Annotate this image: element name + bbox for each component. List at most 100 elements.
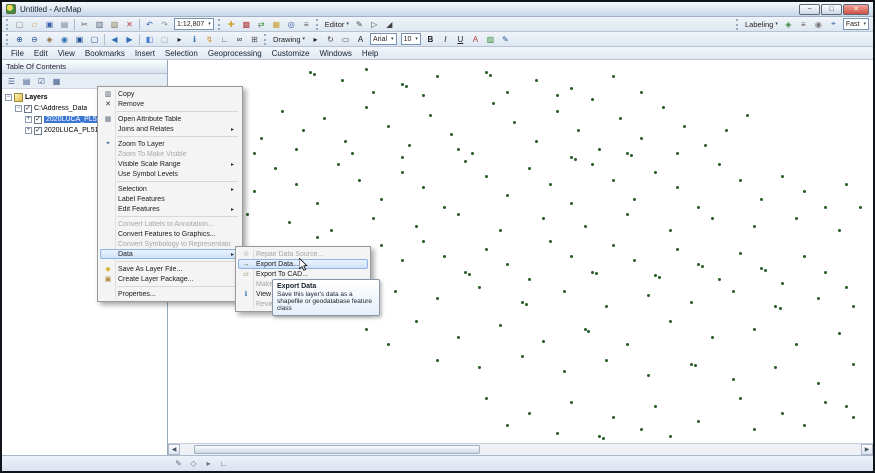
scroll-left-icon[interactable]: ◀ (168, 444, 180, 455)
menu-item-edit-features[interactable]: Edit Features▸ (100, 204, 240, 214)
forward-extent-icon[interactable]: ▶ (123, 33, 136, 46)
line-color-icon[interactable]: ✎ (499, 33, 512, 46)
italic-button[interactable]: I (439, 33, 452, 46)
menu-item-label-features[interactable]: Label Features (100, 194, 240, 204)
rotate-element-icon[interactable]: ↻ (324, 33, 337, 46)
menu-customize[interactable]: Customize (267, 48, 315, 59)
full-extent-icon[interactable]: ◉ (58, 33, 71, 46)
lock-labels-icon[interactable]: ⌖ (827, 18, 840, 31)
selection-status-icon[interactable]: ▸ (202, 457, 215, 470)
collapse-icon[interactable]: − (5, 94, 12, 101)
drawing-select-arrow-icon[interactable]: ▸ (309, 33, 322, 46)
fill-color-icon[interactable]: ▨ (484, 33, 497, 46)
drawing-status-icon[interactable]: ✎ (172, 457, 185, 470)
layer-checkbox[interactable]: ✓ (34, 127, 42, 135)
identify-icon[interactable]: ℹ (188, 33, 201, 46)
font-color-icon[interactable]: A (469, 33, 482, 46)
toolbar-grip[interactable] (316, 19, 319, 30)
font-size-combo[interactable]: 10 ▾ (401, 33, 421, 45)
cut-icon[interactable]: ✂ (78, 18, 91, 31)
back-extent-icon[interactable]: ◀ (108, 33, 121, 46)
underline-button[interactable]: U (454, 33, 467, 46)
select-elements-icon[interactable]: ▸ (173, 33, 186, 46)
select-features-icon[interactable]: ◧ (143, 33, 156, 46)
list-by-selection-icon[interactable]: ▦ (50, 75, 63, 88)
menu-edit[interactable]: Edit (29, 48, 53, 59)
menu-file[interactable]: File (6, 48, 29, 59)
bold-button[interactable]: B (424, 33, 437, 46)
measure-status-icon[interactable]: ∟ (217, 457, 230, 470)
hyperlink-icon[interactable]: ↯ (203, 33, 216, 46)
minimize-button[interactable]: − (799, 4, 820, 15)
open-folder-icon[interactable]: ▱ (28, 18, 41, 31)
label-manager-icon[interactable]: ◈ (782, 18, 795, 31)
menu-view[interactable]: View (53, 48, 80, 59)
copy-icon[interactable]: ▥ (93, 18, 106, 31)
shape-tool-icon[interactable]: ▭ (339, 33, 352, 46)
editor-pencil-icon[interactable]: ✎ (353, 18, 366, 31)
close-button[interactable]: ✕ (843, 4, 869, 15)
map-horizontal-scrollbar[interactable]: ◀ ▶ (168, 443, 873, 455)
menu-item-convert-features-to-graphics[interactable]: Convert Features to Graphics... (100, 229, 240, 239)
menu-item-save-as-layer-file[interactable]: ◆Save As Layer File... (100, 264, 240, 274)
delete-icon[interactable]: ✕ (123, 18, 136, 31)
arc-toolbox-icon[interactable]: ▩ (240, 18, 253, 31)
list-by-visibility-icon[interactable]: ☑ (35, 75, 48, 88)
save-icon[interactable]: ▣ (43, 18, 56, 31)
menu-item-visible-scale-range[interactable]: Visible Scale Range▸ (100, 159, 240, 169)
list-by-drawing-order-icon[interactable]: ☰ (5, 75, 18, 88)
menu-item-joins-and-relates[interactable]: Joins and Relates▸ (100, 124, 240, 134)
menu-item-use-symbol-levels[interactable]: Use Symbol Levels (100, 169, 240, 179)
toolbar-grip[interactable] (6, 34, 9, 45)
menu-item-selection[interactable]: Selection▸ (100, 184, 240, 194)
menu-windows[interactable]: Windows (314, 48, 356, 59)
collapse-icon[interactable]: − (15, 105, 22, 112)
text-tool-icon[interactable]: A (354, 33, 367, 46)
menu-geoprocessing[interactable]: Geoprocessing (203, 48, 267, 59)
zoom-in-icon[interactable]: ⊕ (13, 33, 26, 46)
paste-icon[interactable]: ▧ (108, 18, 121, 31)
undo-icon[interactable]: ↶ (143, 18, 156, 31)
menu-item-remove[interactable]: ✕Remove (100, 99, 240, 109)
labeling-mode-combo[interactable]: Fast ▾ (843, 18, 869, 30)
menu-item-zoom-to-layer[interactable]: ⌖Zoom To Layer (100, 139, 240, 149)
expand-icon[interactable]: + (25, 116, 32, 123)
sketch-tool-icon[interactable]: ◢ (383, 18, 396, 31)
label-priority-icon[interactable]: ≡ (797, 18, 810, 31)
arc-catalog-icon[interactable]: ▦ (270, 18, 283, 31)
clear-selection-icon[interactable]: ▢ (158, 33, 171, 46)
toolbar-grip[interactable] (6, 19, 9, 30)
menu-item-create-layer-package[interactable]: ▣Create Layer Package... (100, 274, 240, 284)
toolbar-grip[interactable] (264, 34, 267, 45)
toolbar-grip[interactable] (736, 19, 739, 30)
maximize-button[interactable]: □ (821, 4, 842, 15)
menu-bookmarks[interactable]: Bookmarks (80, 48, 130, 59)
model-builder-icon[interactable]: ⇄ (255, 18, 268, 31)
menu-selection[interactable]: Selection (160, 48, 203, 59)
drawing-menu-button[interactable]: Drawing (273, 35, 301, 44)
labeling-menu-button[interactable]: Labeling (745, 20, 773, 29)
menu-item-copy[interactable]: ▥Copy (100, 89, 240, 99)
search-window-icon[interactable]: ◎ (285, 18, 298, 31)
add-data-icon[interactable]: ✚ (225, 18, 238, 31)
menu-item-properties[interactable]: Properties... (100, 289, 240, 299)
snapping-status-icon[interactable]: ◇ (187, 457, 200, 470)
menu-item-data[interactable]: Data▸ (100, 249, 240, 259)
edit-tool-icon[interactable]: ▷ (368, 18, 381, 31)
go-to-xy-icon[interactable]: ⊞ (248, 33, 261, 46)
menu-item-open-attribute-table[interactable]: ▦Open Attribute Table (100, 114, 240, 124)
scrollbar-thumb[interactable] (194, 445, 480, 454)
new-document-icon[interactable]: ▢ (13, 18, 26, 31)
pan-icon[interactable]: ◈ (43, 33, 56, 46)
expand-icon[interactable]: + (25, 127, 32, 134)
redo-icon[interactable]: ↷ (158, 18, 171, 31)
print-icon[interactable]: ▤ (58, 18, 71, 31)
map-scale-combo[interactable]: 1:12,807 ▾ (174, 18, 214, 30)
menu-insert[interactable]: Insert (130, 48, 160, 59)
scroll-right-icon[interactable]: ▶ (861, 444, 873, 455)
python-window-icon[interactable]: ≡ (300, 18, 313, 31)
menu-help[interactable]: Help (357, 48, 383, 59)
label-weight-icon[interactable]: ◉ (812, 18, 825, 31)
editor-menu-button[interactable]: Editor (325, 20, 345, 29)
toolbar-grip[interactable] (218, 19, 221, 30)
